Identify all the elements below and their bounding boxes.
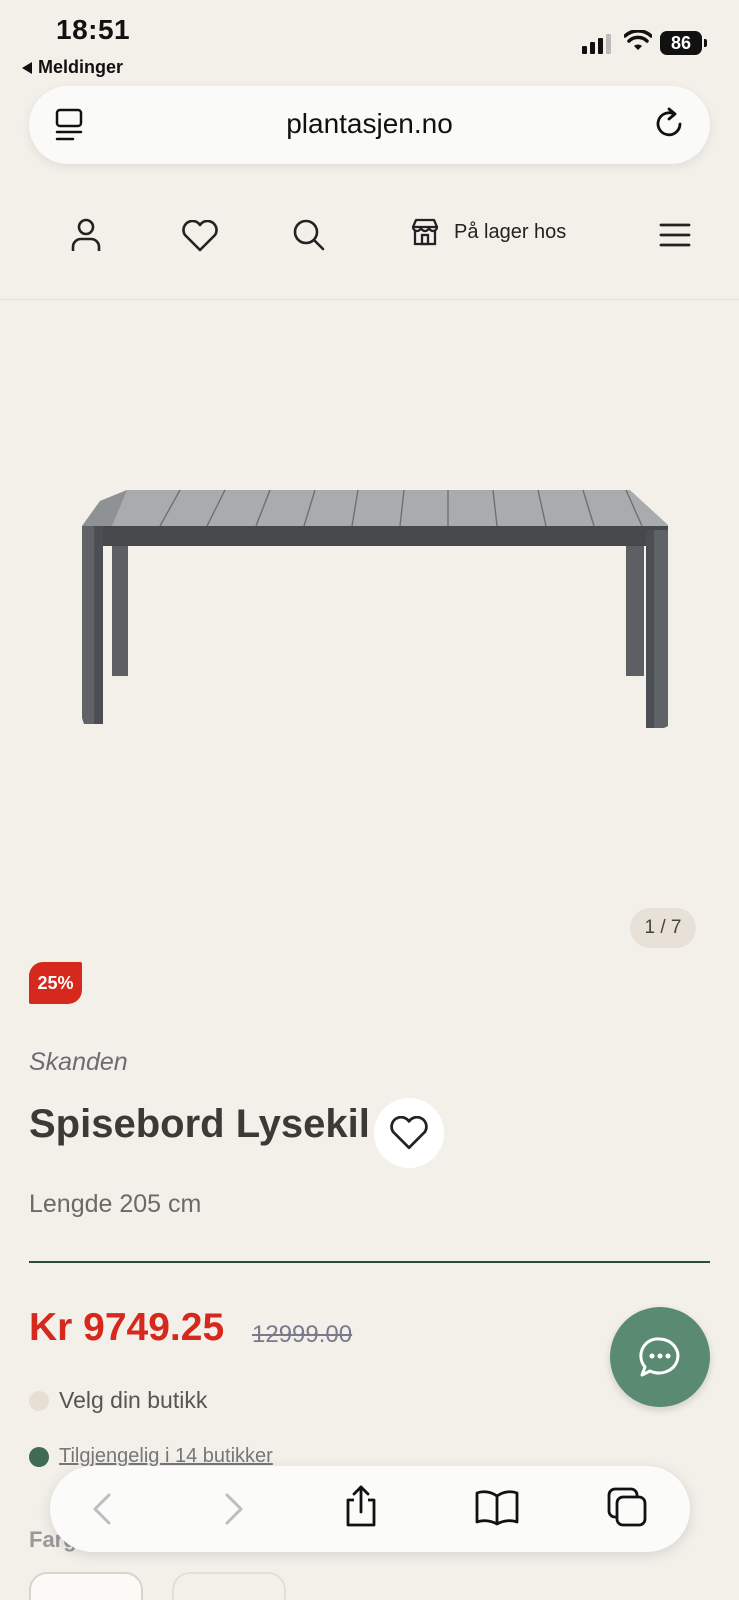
store-status-dot [29,1390,49,1411]
back-app-label: Meldinger [38,57,124,77]
store-stock-selector[interactable]: På lager hos [410,218,566,246]
user-icon[interactable] [71,218,101,252]
wifi-icon [624,30,652,50]
site-header: På lager hos [0,180,739,300]
cellular-signal-icon [582,34,611,54]
chat-bubble-icon [639,1337,680,1377]
availability-label: Tilgjengelig i 14 butikker [59,1445,273,1467]
original-price: 12999.00 [252,1321,353,1348]
dining-table-image [82,489,668,728]
browser-toolbar [50,1466,690,1552]
reload-icon[interactable] [654,106,686,140]
product-subtitle: Lengde 205 cm [29,1190,202,1218]
status-time: 18:51 [56,14,131,45]
product-title: Spisebord Lysekil [29,1102,370,1146]
address-bar[interactable]: plantasjen.no [29,86,710,164]
product-image[interactable] [0,300,739,960]
chat-button[interactable] [610,1307,710,1407]
availability-dot [29,1446,49,1467]
status-bar: 18:51 Meldinger 86 [0,0,739,84]
color-option[interactable] [172,1572,286,1600]
divider [29,1261,710,1263]
choose-store-link[interactable]: Velg din butikk [29,1387,207,1414]
availability-link[interactable]: Tilgjengelig i 14 butikker [29,1445,273,1468]
share-icon[interactable] [342,1484,380,1528]
back-to-app-link[interactable]: Meldinger [22,57,123,78]
heart-icon[interactable] [181,220,219,252]
search-icon[interactable] [292,218,326,252]
discount-badge: 25% [29,962,82,1004]
stock-label: På lager hos [454,220,567,243]
sale-price: Kr 9749.25 [29,1306,225,1349]
back-triangle-icon [22,61,32,74]
back-icon[interactable] [90,1492,114,1526]
battery-indicator: 86 [660,31,707,55]
product-brand[interactable]: Skanden [29,1048,128,1077]
bookmarks-icon[interactable] [474,1488,520,1526]
hamburger-menu-icon[interactable] [659,222,691,248]
heart-icon [390,1116,428,1150]
color-option[interactable] [29,1572,143,1600]
tabs-overview-icon[interactable] [606,1486,648,1528]
forward-icon[interactable] [222,1492,246,1526]
store-prompt-label: Velg din butikk [59,1387,208,1413]
add-to-favorites-button[interactable] [374,1098,444,1168]
url-text[interactable]: plantasjen.no [29,108,710,140]
image-counter: 1 / 7 [630,908,696,948]
store-icon [411,218,439,246]
